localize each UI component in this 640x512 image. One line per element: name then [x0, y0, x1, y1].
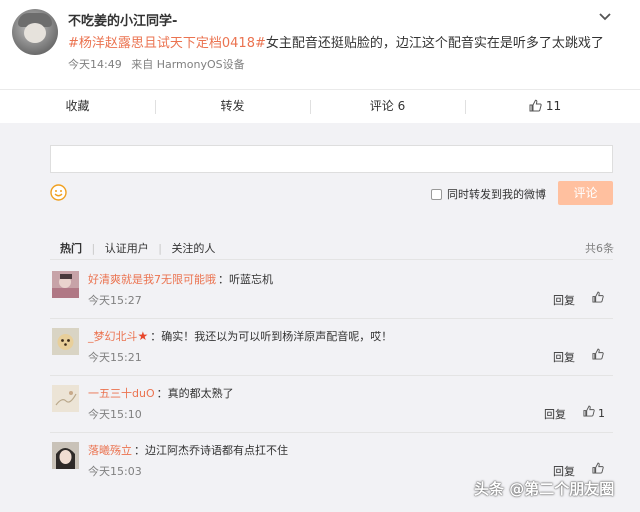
comment-like-button[interactable] — [592, 291, 604, 306]
comment-time: 今天15:03 — [88, 465, 142, 478]
forward-checkbox-label: 同时转发到我的微博 — [447, 188, 546, 201]
comment-time: 今天15:21 — [88, 351, 142, 364]
comment-total: 共6条 — [585, 242, 614, 255]
thumbs-up-icon — [592, 291, 604, 303]
post-source: 来自 HarmonyOS设备 — [131, 58, 245, 71]
comment-like-button[interactable] — [592, 462, 604, 477]
forward-label: 转发 — [220, 99, 245, 113]
filter-following[interactable]: 关注的人 — [171, 242, 215, 255]
post-username[interactable]: 不吃姜的小江同学- — [68, 10, 177, 29]
commenter-name-link[interactable]: 落曦殇立 — [88, 444, 132, 457]
divider — [50, 259, 613, 260]
like-button[interactable]: 11 — [465, 90, 625, 123]
comment-text: ：边江阿杰乔诗语都有点扛不住 — [134, 444, 288, 457]
thumbs-up-icon — [592, 348, 604, 360]
commenter-avatar[interactable] — [52, 442, 79, 469]
comment-item: 一五三十duO ：真的都太熟了 今天15:10 回复 1 — [50, 376, 613, 433]
filter-divider: | — [158, 242, 162, 255]
forward-button[interactable]: 转发 — [155, 90, 310, 123]
reply-button[interactable]: 回复 — [553, 463, 575, 479]
comment-input[interactable] — [50, 145, 613, 173]
user-avatar[interactable] — [12, 9, 58, 55]
reply-button[interactable]: 回复 — [553, 292, 575, 308]
vip-badge: ★ — [137, 329, 149, 343]
post-hashtag[interactable]: #杨洋赵露思且试天下定档0418# — [68, 36, 266, 51]
comment-label: 评论 6 — [369, 99, 406, 113]
commenter-name: 一五三十duO ：真的都太熟了 — [88, 385, 234, 401]
reply-button[interactable]: 回复 — [553, 349, 575, 365]
comment-like-button[interactable]: 1 — [583, 405, 605, 420]
comment-text: ：听蓝忘机 — [218, 273, 273, 286]
post-text: #杨洋赵露思且试天下定档0418#女主配音还挺贴脸的，边江这个配音实在是听多了太… — [68, 32, 604, 51]
comment-text: ：真的都太熟了 — [156, 387, 234, 400]
action-bar: 收藏 转发 评论 6 11 — [0, 89, 640, 123]
thumbs-up-icon — [592, 462, 604, 474]
commenter-name: 落曦殇立 ：边江阿杰乔诗语都有点扛不住 — [88, 442, 288, 458]
commenter-name: _梦幻北斗★ ：确实！我还以为可以听到杨洋原声配音呢，哎！ — [88, 328, 392, 344]
comment-time: 今天15:27 — [88, 294, 142, 307]
filter-verified[interactable]: 认证用户 — [105, 242, 149, 255]
comment-item: 好清爽就是我7无限可能哦 ：听蓝忘机 今天15:27 回复 — [50, 262, 613, 319]
commenter-avatar[interactable] — [52, 328, 79, 355]
post-body: 女主配音还挺贴脸的，边江这个配音实在是听多了太跳戏了 — [265, 36, 604, 51]
chevron-down-icon[interactable] — [598, 10, 612, 24]
avatar-face — [24, 23, 46, 43]
collect-button[interactable]: 收藏 — [0, 90, 155, 123]
commenter-avatar[interactable] — [52, 385, 79, 412]
commenter-name-link[interactable]: 一五三十duO — [88, 387, 155, 400]
thumbs-up-icon — [529, 99, 542, 112]
commenter-name-link[interactable]: 好清爽就是我7无限可能哦 — [88, 273, 216, 286]
commenter-avatar[interactable] — [52, 271, 79, 298]
comment-like-count: 1 — [598, 407, 605, 420]
filter-divider: | — [91, 242, 96, 255]
filter-hot[interactable]: 热门 — [60, 242, 82, 255]
comment-filters: 热门 | 认证用户 | 关注的人 — [60, 240, 221, 256]
comment-like-button[interactable] — [592, 348, 604, 363]
comment-text: ：确实！我还以为可以听到杨洋原声配音呢，哎！ — [150, 330, 393, 343]
submit-comment-button[interactable]: 评论 — [558, 181, 613, 205]
post-card: 不吃姜的小江同学- #杨洋赵露思且试天下定档0418#女主配音还挺贴脸的，边江这… — [0, 0, 640, 89]
commenter-name-link[interactable]: _梦幻北斗 — [88, 330, 138, 343]
comments-panel: 同时转发到我的微博 评论 热门 | 认证用户 | 关注的人 共6条 好清爽就是我… — [0, 123, 640, 512]
comment-button[interactable]: 评论 6 — [310, 90, 465, 123]
forward-checkbox[interactable] — [431, 189, 442, 200]
like-count: 11 — [545, 99, 562, 113]
thumbs-up-icon — [583, 405, 595, 417]
comment-item: _梦幻北斗★ ：确实！我还以为可以听到杨洋原声配音呢，哎！ 今天15:21 回复 — [50, 319, 613, 376]
post-time[interactable]: 今天14:49 — [68, 58, 122, 71]
reply-button[interactable]: 回复 — [544, 406, 566, 422]
commenter-name: 好清爽就是我7无限可能哦 ：听蓝忘机 — [88, 271, 273, 287]
emoji-icon[interactable] — [50, 184, 67, 201]
collect-label: 收藏 — [65, 99, 90, 113]
watermark: 头条 @第二个朋友圈 — [474, 480, 615, 498]
comment-time: 今天15:10 — [88, 408, 142, 421]
post-meta: 今天14:49 来自 HarmonyOS设备 — [68, 56, 245, 72]
